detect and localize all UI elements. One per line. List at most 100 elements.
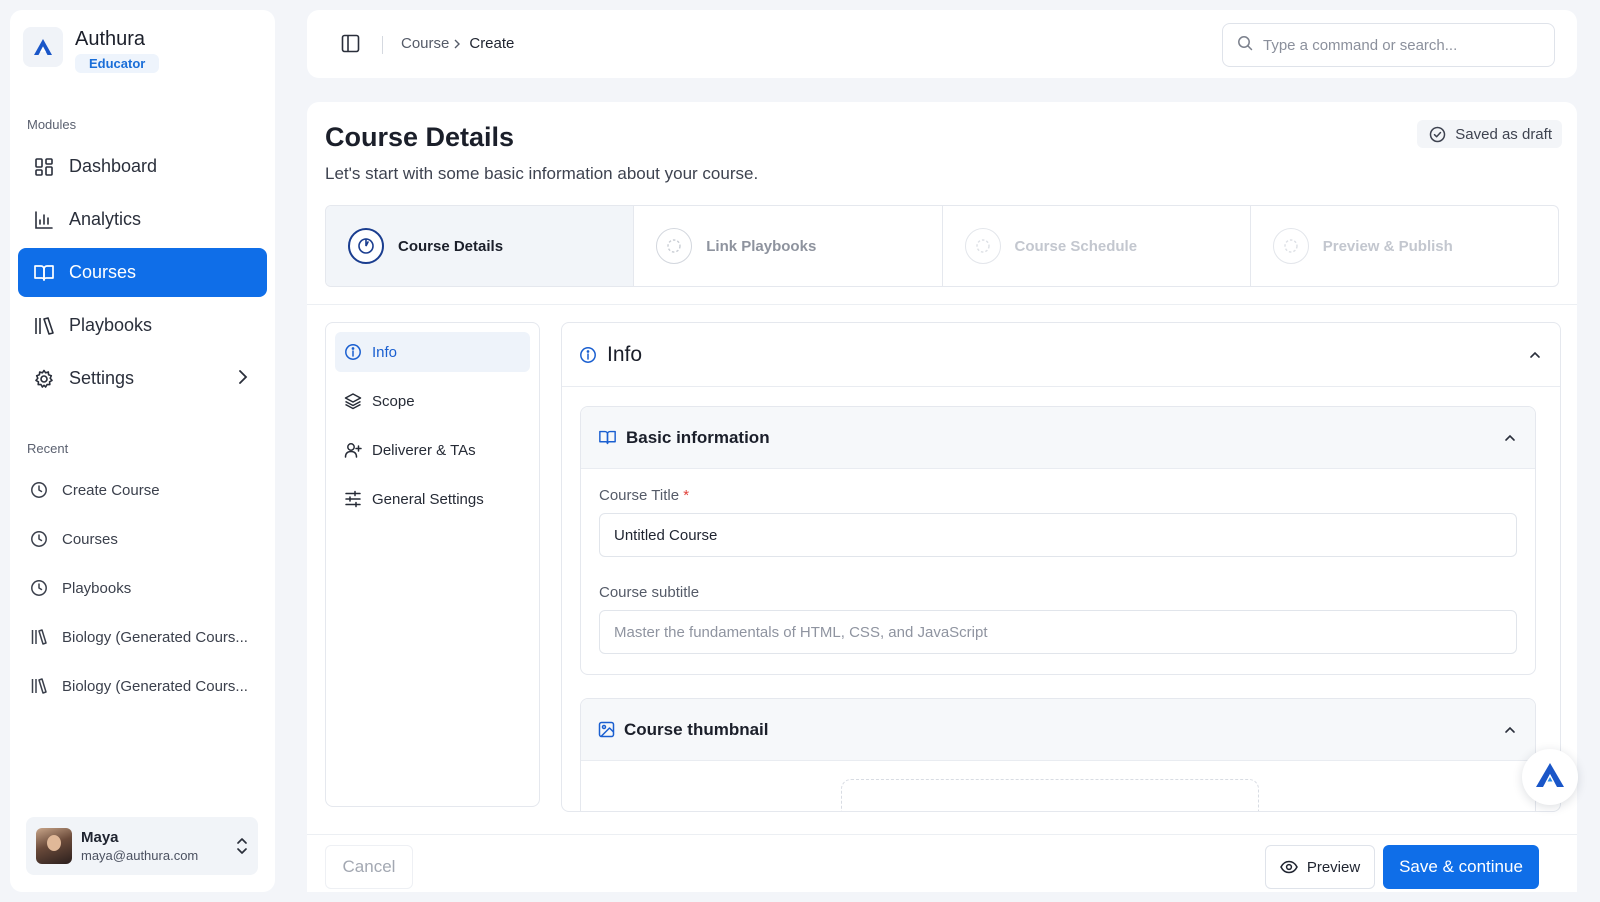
- breadcrumb-course[interactable]: Course: [401, 35, 449, 52]
- step-course-details[interactable]: Course Details: [326, 206, 635, 286]
- step-pending-icon: [964, 228, 1001, 264]
- sidebar-item-courses[interactable]: Courses: [18, 248, 267, 297]
- step-pending-icon: [656, 228, 693, 264]
- course-title-input[interactable]: [599, 513, 1517, 557]
- course-thumbnail-title: Course thumbnail: [624, 719, 769, 739]
- preview-button[interactable]: Preview: [1265, 845, 1375, 889]
- section-nav-scope[interactable]: Scope: [335, 381, 530, 421]
- sliders-icon: [344, 490, 362, 508]
- sidebar-item-label: Analytics: [69, 209, 142, 229]
- section-nav-label: General Settings: [372, 490, 484, 508]
- form-footer: Cancel Preview Save & continue: [307, 834, 1577, 892]
- section-nav-general-settings[interactable]: General Settings: [335, 479, 530, 519]
- info-icon: [579, 346, 597, 364]
- recent-item[interactable]: Playbooks: [30, 574, 270, 602]
- draft-status-badge: Saved as draft: [1417, 120, 1562, 148]
- section-nav-label: Info: [372, 343, 398, 361]
- section-nav-deliverer[interactable]: Deliverer & TAs: [335, 430, 530, 470]
- step-course-schedule[interactable]: Course Schedule: [943, 206, 1251, 286]
- chevron-right-icon: [453, 38, 461, 50]
- info-panel-header[interactable]: Info: [562, 323, 1560, 387]
- course-thumbnail-section: Course thumbnail: [580, 698, 1536, 811]
- step-label: Course Details: [398, 237, 504, 255]
- sidebar-item-label: Playbooks: [69, 315, 153, 335]
- step-label: Link Playbooks: [706, 237, 817, 255]
- image-icon: [598, 721, 615, 738]
- search-input[interactable]: [1263, 36, 1523, 54]
- user-plus-icon: [344, 441, 362, 459]
- recent-item[interactable]: Create Course: [30, 476, 270, 504]
- sidebar-item-analytics[interactable]: Analytics: [18, 195, 267, 244]
- library-icon: [30, 628, 48, 646]
- page-subtitle: Let's start with some basic information …: [325, 164, 759, 183]
- progress-stepper: Course Details Link Playbooks Course Sch…: [325, 205, 1559, 287]
- clock-icon: [30, 481, 48, 499]
- info-panel: Info Basic information Course Title * Co…: [561, 322, 1561, 812]
- sidebar-item-dashboard[interactable]: Dashboard: [18, 142, 267, 191]
- brand-name: Authura: [75, 28, 146, 50]
- brand-logo-icon: [23, 27, 63, 67]
- chevron-up-icon[interactable]: [1528, 348, 1542, 362]
- chevron-up-icon[interactable]: [1503, 723, 1517, 737]
- clock-icon: [30, 530, 48, 548]
- section-nav-label: Deliverer & TAs: [372, 441, 476, 459]
- thumbnail-dropzone[interactable]: [841, 779, 1259, 811]
- chevron-up-icon[interactable]: [1503, 431, 1517, 445]
- chevron-right-icon: [237, 368, 249, 391]
- recent-item-label: Create Course: [62, 481, 160, 499]
- recent-section-label: Recent: [27, 441, 69, 456]
- sidebar-item-label: Dashboard: [69, 156, 158, 176]
- cancel-button[interactable]: Cancel: [325, 845, 413, 889]
- step-link-playbooks[interactable]: Link Playbooks: [634, 206, 943, 286]
- course-title-label: Course Title *: [599, 487, 690, 504]
- sidebar-toggle-icon[interactable]: [341, 34, 360, 58]
- check-circle-icon: [1429, 126, 1446, 143]
- basic-information-header[interactable]: Basic information: [581, 407, 1535, 469]
- book-open-icon: [33, 262, 55, 284]
- recent-item-label: Biology (Generated Cours...: [62, 677, 248, 695]
- page-title: Course Details: [325, 122, 515, 152]
- recent-item[interactable]: Biology (Generated Cours...: [30, 672, 270, 700]
- draft-status-label: Saved as draft: [1455, 125, 1552, 143]
- breadcrumb-create: Create: [469, 35, 515, 52]
- sidebar-item-playbooks[interactable]: Playbooks: [18, 301, 267, 350]
- sidebar-item-settings[interactable]: Settings: [18, 354, 267, 403]
- search-icon: [1237, 35, 1253, 56]
- recent-item-label: Courses: [62, 530, 118, 548]
- step-pending-icon: [1272, 228, 1309, 264]
- brand[interactable]: Authura Educator: [23, 27, 160, 73]
- section-nav: Info Scope Deliverer & TAs General Setti…: [325, 322, 540, 807]
- sidebar-item-label: Settings: [69, 368, 135, 388]
- brand-logo-icon: [1535, 762, 1565, 793]
- gear-icon: [33, 368, 55, 390]
- course-subtitle-label: Course subtitle: [599, 584, 700, 601]
- library-icon: [33, 315, 55, 337]
- basic-information-title: Basic information: [626, 427, 770, 447]
- chevrons-up-down-icon: [236, 837, 248, 860]
- user-menu[interactable]: Maya maya@authura.com: [26, 817, 258, 875]
- recent-item[interactable]: Courses: [30, 525, 270, 553]
- course-thumbnail-header[interactable]: Course thumbnail: [581, 699, 1535, 761]
- recent-item[interactable]: Biology (Generated Cours...: [30, 623, 270, 651]
- user-name: Maya: [81, 829, 119, 846]
- save-continue-button[interactable]: Save & continue: [1383, 845, 1539, 889]
- bar-chart-icon: [33, 209, 55, 231]
- dashboard-icon: [33, 156, 55, 178]
- step-label: Course Schedule: [1014, 237, 1138, 255]
- layers-icon: [344, 392, 362, 410]
- step-preview-publish[interactable]: Preview & Publish: [1251, 206, 1558, 286]
- eye-icon: [1279, 860, 1298, 874]
- info-icon: [344, 343, 362, 361]
- assistant-launcher-button[interactable]: [1522, 749, 1578, 805]
- sidebar-item-label: Courses: [69, 262, 137, 282]
- main-panel: Course Details Let's start with some bas…: [307, 102, 1577, 892]
- course-subtitle-input[interactable]: [599, 610, 1517, 654]
- step-progress-icon: [348, 228, 384, 264]
- command-search[interactable]: [1222, 23, 1555, 67]
- step-label: Preview & Publish: [1322, 237, 1453, 255]
- topbar: Course Create: [307, 10, 1577, 78]
- clock-icon: [30, 579, 48, 597]
- section-nav-label: Scope: [372, 392, 415, 410]
- divider: [382, 36, 383, 54]
- section-nav-info[interactable]: Info: [335, 332, 530, 372]
